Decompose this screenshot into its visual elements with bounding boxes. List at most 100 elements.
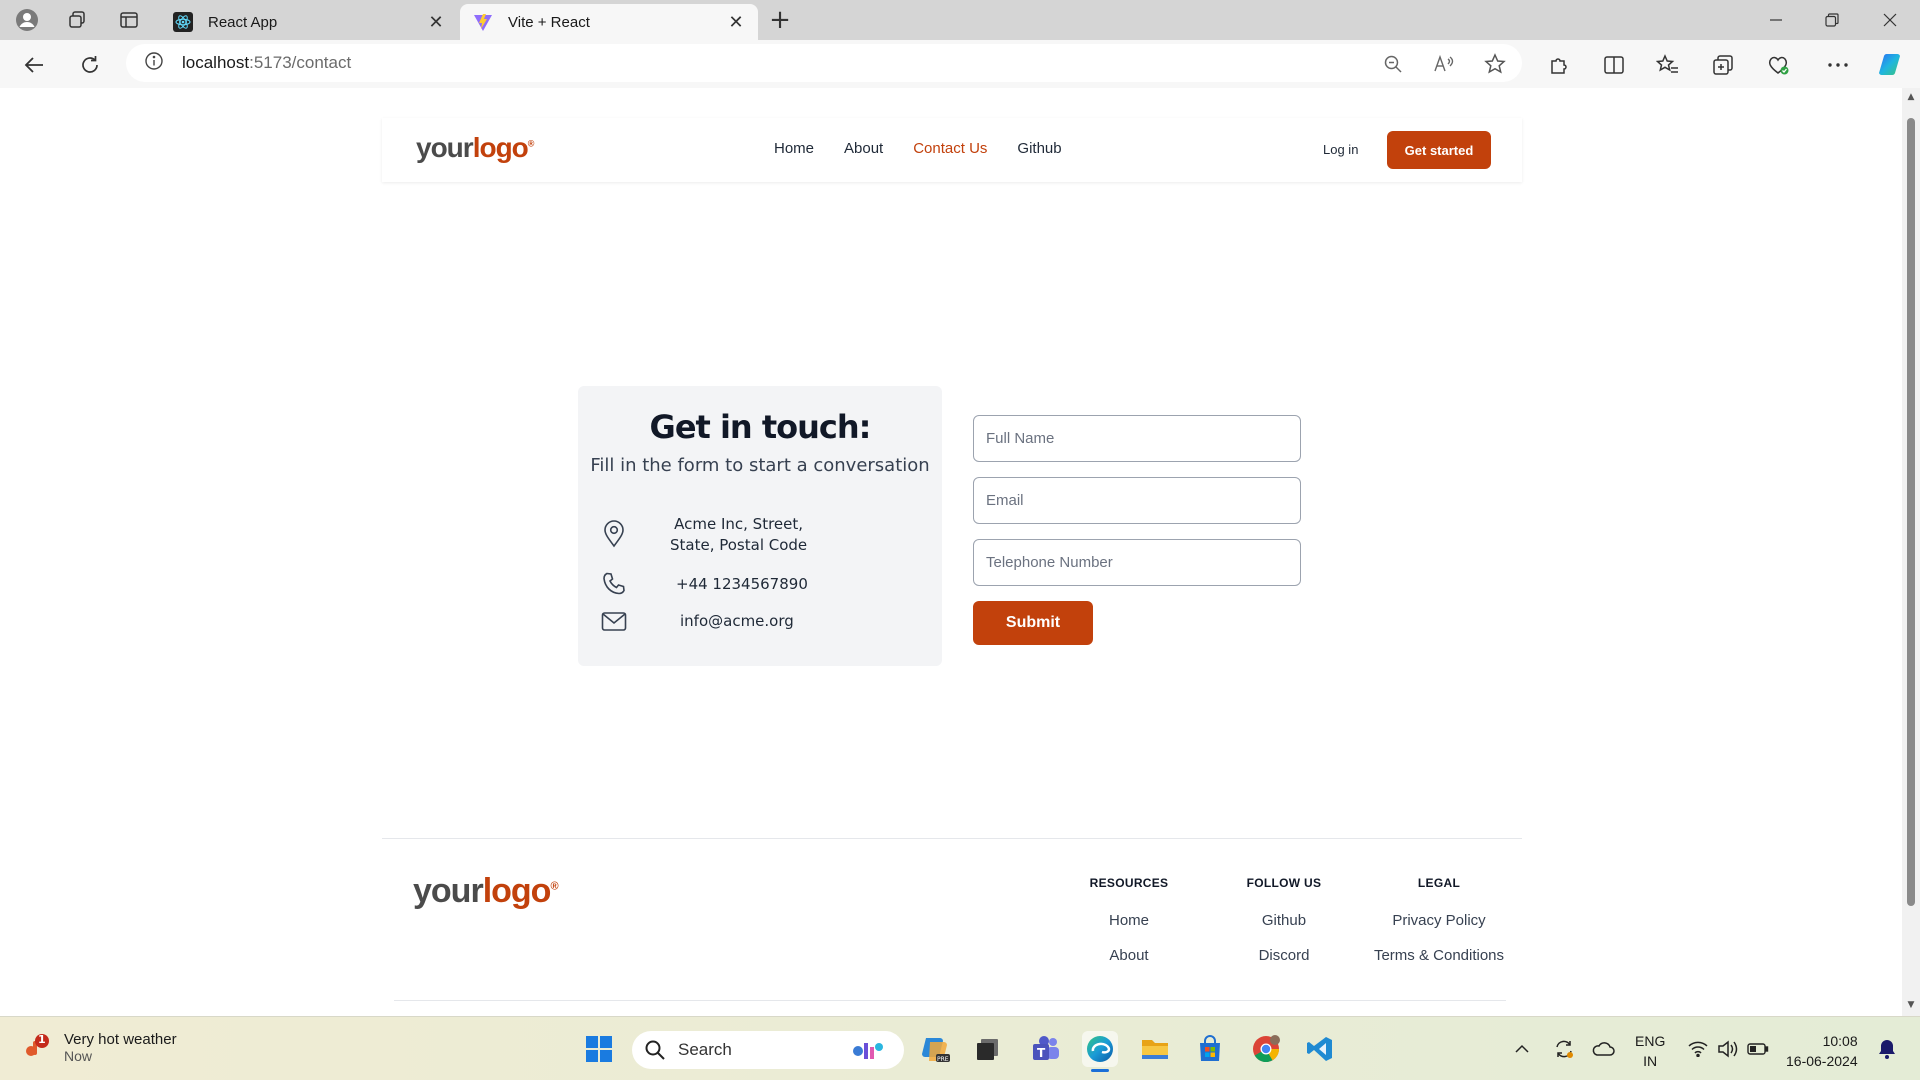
language-indicator[interactable]: ENG IN bbox=[1635, 1031, 1665, 1071]
footer-logo[interactable]: yourlogo® bbox=[413, 872, 559, 911]
notification-bell-icon[interactable] bbox=[1872, 1017, 1902, 1080]
phone-row: +44 1234567890 bbox=[600, 570, 808, 598]
minimize-icon[interactable] bbox=[1761, 6, 1791, 34]
tab-label: Vite + React bbox=[508, 13, 590, 31]
footer-heading: FOLLOW US bbox=[1246, 876, 1322, 890]
nav-about[interactable]: About bbox=[844, 140, 883, 157]
tab-react-app[interactable]: React App ✕ bbox=[160, 4, 458, 40]
new-tab-button[interactable]: + bbox=[765, 6, 795, 34]
clock-time: 10:08 bbox=[1822, 1033, 1858, 1049]
address-toolbar: localhost:5173/contact bbox=[0, 40, 1920, 88]
teams-icon[interactable]: T bbox=[1028, 1031, 1064, 1067]
close-tab-icon[interactable]: ✕ bbox=[426, 12, 446, 33]
favorites-icon[interactable] bbox=[1652, 49, 1684, 81]
onedrive-cloud-icon[interactable] bbox=[1588, 1017, 1618, 1080]
collections-icon[interactable] bbox=[1707, 49, 1739, 81]
full-name-input[interactable] bbox=[973, 415, 1301, 462]
windows-taskbar: 1 Very hot weather Now Search PRE T ENG … bbox=[0, 1016, 1920, 1080]
close-window-icon[interactable] bbox=[1875, 6, 1905, 34]
logo-text-your: your bbox=[416, 132, 474, 163]
weather-alert-icon: 1 bbox=[22, 1033, 52, 1063]
microsoft-store-icon[interactable] bbox=[1192, 1031, 1228, 1067]
footer-link-discord[interactable]: Discord bbox=[1209, 947, 1359, 964]
footer-column-follow-us: FOLLOW US Github Discord bbox=[1209, 876, 1359, 982]
scroll-thumb[interactable] bbox=[1907, 118, 1915, 906]
contact-form: Submit bbox=[973, 415, 1301, 645]
tab-label: React App bbox=[208, 13, 278, 31]
taskbar-search[interactable]: Search bbox=[632, 1031, 904, 1069]
header-logo[interactable]: yourlogo® bbox=[416, 132, 535, 164]
start-menu-icon[interactable] bbox=[581, 1031, 617, 1067]
favorite-star-icon[interactable] bbox=[1482, 51, 1508, 77]
zoom-icon[interactable] bbox=[1380, 51, 1406, 77]
phone-icon bbox=[600, 570, 628, 598]
close-tab-icon[interactable]: ✕ bbox=[726, 12, 746, 33]
footer-link-about[interactable]: About bbox=[1054, 947, 1204, 964]
edge-icon[interactable] bbox=[1082, 1031, 1118, 1072]
weather-widget[interactable]: 1 Very hot weather Now bbox=[22, 1031, 177, 1064]
email-row: info@acme.org bbox=[600, 608, 794, 636]
file-explorer-icon[interactable] bbox=[1137, 1031, 1173, 1067]
footer-heading: RESOURCES bbox=[1089, 876, 1169, 890]
profile-icon[interactable] bbox=[12, 5, 42, 35]
browser-essentials-icon[interactable] bbox=[1762, 49, 1794, 81]
footer-heading: LEGAL bbox=[1417, 876, 1461, 890]
copilot-icon[interactable] bbox=[1876, 49, 1908, 81]
email-input[interactable] bbox=[973, 477, 1301, 524]
site-info-icon[interactable] bbox=[144, 51, 168, 75]
task-view-icon[interactable] bbox=[970, 1031, 1006, 1067]
restore-icon[interactable] bbox=[1817, 6, 1847, 34]
read-aloud-icon[interactable] bbox=[1431, 51, 1457, 77]
more-options-icon[interactable] bbox=[1822, 49, 1854, 81]
clock-date: 16-06-2024 bbox=[1786, 1053, 1858, 1069]
language-line-2: IN bbox=[1643, 1053, 1658, 1069]
logo-text-your: your bbox=[413, 872, 484, 910]
back-icon[interactable] bbox=[18, 49, 50, 81]
workspaces-icon[interactable] bbox=[62, 5, 92, 35]
page-scrollbar[interactable]: ▲ ▼ bbox=[1902, 88, 1920, 1016]
login-link[interactable]: Log in bbox=[1323, 142, 1358, 157]
footer-link-home[interactable]: Home bbox=[1054, 912, 1204, 929]
sync-icon[interactable] bbox=[1550, 1017, 1578, 1080]
search-highlight-icon bbox=[848, 1037, 886, 1069]
nav-github[interactable]: Github bbox=[1017, 140, 1061, 157]
chrome-icon[interactable] bbox=[1248, 1031, 1284, 1067]
tab-actions-icon[interactable] bbox=[114, 5, 144, 35]
submit-button[interactable]: Submit bbox=[973, 601, 1093, 645]
copilot-pre-icon[interactable]: PRE bbox=[917, 1031, 953, 1067]
mail-icon bbox=[600, 608, 628, 636]
footer-column-legal: LEGAL Privacy Policy Terms & Conditions bbox=[1364, 876, 1514, 982]
extensions-icon[interactable] bbox=[1543, 49, 1575, 81]
footer-link-terms[interactable]: Terms & Conditions bbox=[1364, 947, 1514, 964]
svg-text:PRE: PRE bbox=[937, 1056, 949, 1063]
nav-home[interactable]: Home bbox=[774, 140, 814, 157]
react-icon bbox=[172, 11, 194, 33]
get-started-button[interactable]: Get started bbox=[1387, 131, 1491, 169]
location-pin-icon bbox=[600, 520, 628, 548]
wifi-icon[interactable] bbox=[1684, 1017, 1712, 1080]
telephone-input[interactable] bbox=[973, 539, 1301, 586]
search-icon bbox=[644, 1039, 666, 1061]
logo-text-logo: logo bbox=[482, 872, 552, 910]
scroll-up-arrow-icon[interactable]: ▲ bbox=[1906, 92, 1916, 102]
browser-tab-bar: React App ✕ Vite + React ✕ + bbox=[0, 0, 1920, 40]
tab-vite-react[interactable]: Vite + React ✕ bbox=[460, 4, 758, 40]
logo-registered-mark: ® bbox=[527, 138, 535, 149]
footer-link-github[interactable]: Github bbox=[1209, 912, 1359, 929]
vscode-icon[interactable] bbox=[1302, 1031, 1338, 1067]
footer-link-privacy-policy[interactable]: Privacy Policy bbox=[1364, 912, 1514, 929]
battery-icon[interactable] bbox=[1744, 1017, 1772, 1080]
refresh-icon[interactable] bbox=[74, 49, 106, 81]
main-nav: Home About Contact Us Github bbox=[774, 140, 1062, 157]
show-hidden-icons-chevron-icon[interactable] bbox=[1510, 1017, 1534, 1080]
logo-text-logo: logo bbox=[472, 132, 529, 163]
footer-bottom-divider bbox=[394, 1000, 1506, 1001]
footer-column-resources: RESOURCES Home About bbox=[1054, 876, 1204, 982]
scroll-down-arrow-icon[interactable]: ▼ bbox=[1906, 1000, 1916, 1010]
url-bar[interactable]: localhost:5173/contact bbox=[126, 44, 1522, 82]
split-screen-icon[interactable] bbox=[1598, 49, 1630, 81]
active-app-indicator bbox=[1091, 1069, 1109, 1072]
volume-icon[interactable] bbox=[1714, 1017, 1742, 1080]
system-clock[interactable]: 10:08 16-06-2024 bbox=[1786, 1031, 1858, 1071]
nav-contact-us[interactable]: Contact Us bbox=[913, 140, 987, 157]
